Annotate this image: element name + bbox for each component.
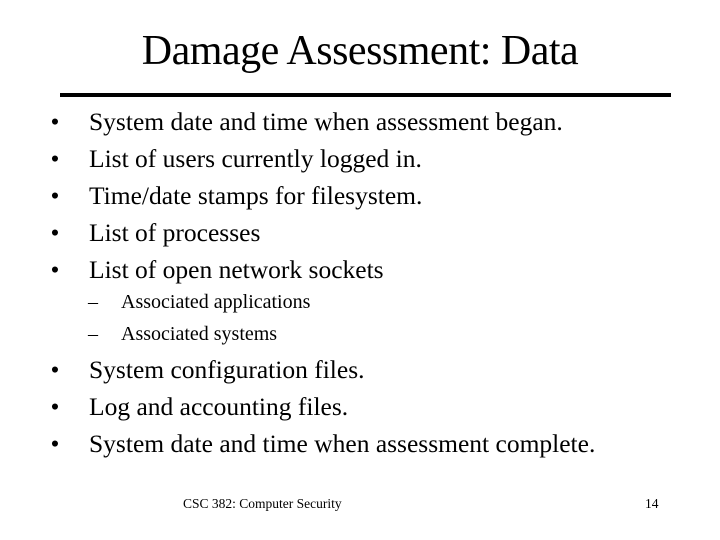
- bullet-text: Time/date stamps for filesystem.: [89, 181, 423, 210]
- slide-title: Damage Assessment: Data: [141, 28, 579, 74]
- sub-bullet-text: Associated applications: [121, 291, 311, 313]
- sub-bullet-text: Associated systems: [121, 323, 278, 345]
- bullet-text: List of processes: [89, 218, 261, 247]
- page-number: 14: [645, 496, 659, 511]
- bullet-text: List of users currently logged in.: [89, 144, 422, 173]
- bullet-text: System date and time when assessment com…: [89, 429, 596, 458]
- title-divider: [60, 93, 671, 97]
- bullet-icon: •: [50, 218, 60, 247]
- bullet-icon: •: [50, 144, 60, 173]
- bullet-icon: •: [50, 107, 60, 136]
- bullet-icon: •: [50, 355, 60, 384]
- dash-icon: –: [88, 291, 98, 313]
- bullet-text: System date and time when assessment beg…: [89, 107, 563, 136]
- dash-icon: –: [88, 323, 98, 345]
- bullet-text: List of open network sockets: [89, 255, 384, 284]
- bullet-icon: •: [50, 429, 60, 458]
- bullet-icon: •: [50, 181, 60, 210]
- footer-course: CSC 382: Computer Security: [183, 496, 342, 511]
- bullet-icon: •: [50, 255, 60, 284]
- bullet-text: Log and accounting files.: [89, 392, 349, 421]
- bullet-text: System configuration files.: [89, 355, 365, 384]
- bullet-icon: •: [50, 392, 60, 421]
